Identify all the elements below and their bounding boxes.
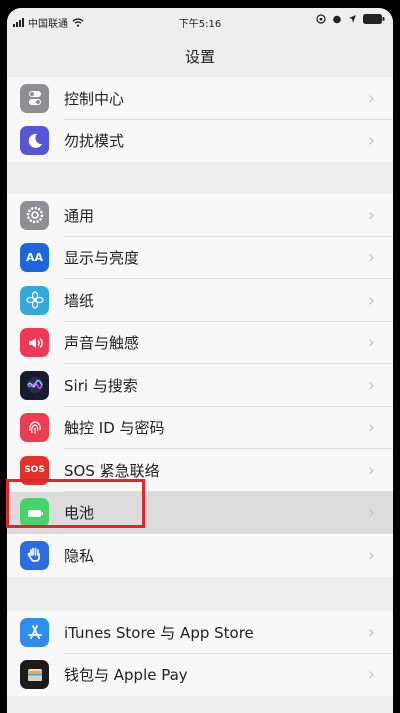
settings-item-wallet[interactable]: 钱包与 Apple Pay ›	[7, 654, 393, 697]
chevron-right-icon: ›	[367, 502, 375, 524]
settings-screen: 中国联通 下午5:16 设置 控制中心 › 勿扰模式 › 通用 › AA 显示与…	[7, 8, 393, 713]
chevron-right-icon: ›	[367, 130, 375, 152]
alarm-icon	[333, 15, 341, 24]
settings-item-label: 控制中心	[64, 89, 125, 108]
settings-item-wallpaper[interactable]: 墙纸 ›	[7, 279, 393, 322]
chevron-right-icon: ›	[367, 289, 375, 311]
chevron-right-icon: ›	[367, 664, 375, 686]
chevron-right-icon: ›	[367, 204, 375, 226]
chevron-right-icon: ›	[367, 459, 375, 481]
rotation-lock-icon	[316, 14, 326, 24]
settings-item-label: 隐私	[64, 546, 95, 565]
settings-item-privacy[interactable]: 隐私 ›	[7, 534, 393, 577]
fingerprint-icon	[20, 413, 49, 443]
chevron-right-icon: ›	[367, 621, 375, 643]
battery-status-icon	[363, 14, 385, 24]
chevron-right-icon: ›	[367, 247, 375, 269]
settings-item-label: 墙纸	[64, 291, 95, 310]
settings-item-display[interactable]: AA 显示与亮度 ›	[7, 237, 393, 279]
settings-item-touch-id[interactable]: 触控 ID 与密码 ›	[7, 407, 393, 449]
app-store-icon	[20, 617, 49, 647]
page-title: 设置	[184, 48, 215, 66]
flower-icon	[20, 285, 49, 315]
toggles-icon	[20, 83, 49, 113]
settings-item-label: 声音与触感	[64, 334, 140, 353]
settings-item-label: iTunes Store 与 App Store	[64, 623, 254, 642]
settings-item-label: 钱包与 Apple Pay	[64, 666, 188, 685]
siri-icon	[20, 370, 49, 400]
chevron-right-icon: ›	[367, 417, 375, 439]
chevron-right-icon: ›	[367, 87, 375, 109]
settings-group-1: 控制中心 › 勿扰模式 ›	[7, 77, 393, 162]
settings-item-label: 显示与亮度	[64, 249, 140, 268]
speaker-icon	[20, 328, 49, 358]
hand-icon	[20, 540, 49, 570]
location-icon	[349, 15, 356, 23]
settings-item-label: Siri 与搜索	[64, 376, 138, 395]
status-bar: 中国联通 下午5:16	[7, 8, 393, 34]
settings-item-general[interactable]: 通用 ›	[7, 194, 393, 237]
settings-item-siri[interactable]: Siri 与搜索 ›	[7, 364, 393, 407]
chevron-right-icon: ›	[367, 544, 375, 566]
settings-item-sounds[interactable]: 声音与触感 ›	[7, 322, 393, 364]
status-right	[316, 14, 385, 24]
settings-item-label: SOS 紧急联络	[64, 461, 160, 480]
aa-text-icon: AA	[20, 243, 49, 273]
chevron-right-icon: ›	[367, 374, 375, 396]
battery-highlight-box	[6, 479, 145, 528]
wallet-icon	[20, 660, 49, 690]
moon-icon	[20, 126, 49, 156]
settings-item-label: 通用	[64, 206, 95, 225]
chevron-right-icon: ›	[367, 332, 375, 354]
settings-item-do-not-disturb[interactable]: 勿扰模式 ›	[7, 120, 393, 163]
settings-item-label: 触控 ID 与密码	[64, 419, 165, 438]
settings-item-label: 勿扰模式	[64, 132, 125, 151]
gear-icon	[20, 200, 49, 230]
settings-group-3: iTunes Store 与 App Store › 钱包与 Apple Pay…	[7, 611, 393, 696]
settings-item-itunes-app-store[interactable]: iTunes Store 与 App Store ›	[7, 611, 393, 654]
settings-item-control-center[interactable]: 控制中心 ›	[7, 77, 393, 120]
